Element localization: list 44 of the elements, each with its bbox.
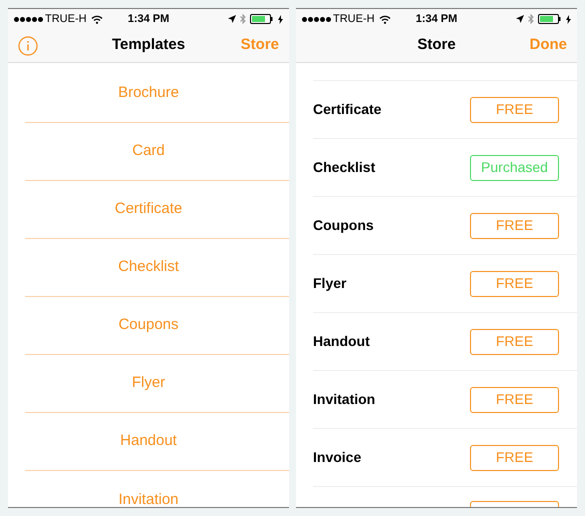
template-item[interactable]: Card [132, 140, 165, 163]
carrier-name: TRUE-H [333, 12, 375, 27]
charging-bolt-icon [566, 14, 571, 24]
price-button[interactable]: FREE [470, 328, 559, 354]
store-item-name: Invoice [313, 448, 362, 467]
clock-time: 1:34 PM [416, 12, 458, 27]
charging-bolt-icon [278, 14, 283, 24]
carrier-name: TRUE-H [45, 12, 87, 27]
price-button[interactable]: FREE [470, 96, 559, 122]
price-button[interactable]: FREE [470, 212, 559, 238]
wifi-icon [378, 14, 391, 24]
clock-time: 1:34 PM [128, 12, 170, 27]
battery-icon [538, 14, 562, 24]
template-item[interactable]: Checklist [118, 256, 179, 279]
signal-dots-icon [14, 16, 43, 22]
nav-button[interactable]: Done [530, 34, 567, 57]
price-button[interactable]: FREE [470, 444, 559, 470]
template-item[interactable]: Invitation [118, 488, 179, 507]
template-item[interactable]: Coupons [118, 314, 179, 337]
template-item[interactable]: Flyer [132, 372, 166, 395]
store-item-name: Flyer [313, 274, 346, 293]
location-arrow-icon [516, 15, 524, 23]
battery-icon [250, 14, 274, 24]
nav-title: Templates [112, 35, 186, 56]
price-button[interactable]: FREE [470, 386, 559, 412]
bluetooth-icon [528, 14, 534, 24]
bluetooth-icon [240, 14, 246, 24]
wifi-icon [90, 14, 103, 24]
nav-button[interactable]: Store [240, 34, 279, 57]
store-item-name: Handout [313, 332, 370, 351]
nav-title: Store [417, 35, 456, 56]
store-item-name: Certificate [313, 100, 382, 119]
location-arrow-icon [228, 15, 236, 23]
price-button[interactable]: Purchased [470, 154, 559, 180]
store-item-name: Invitation [313, 390, 376, 409]
store-item-name: Coupons [313, 216, 374, 235]
template-item[interactable]: Handout [120, 430, 177, 453]
store-item-name: Checklist [313, 158, 376, 177]
template-item[interactable]: Certificate [114, 198, 182, 221]
info-icon[interactable] [18, 36, 38, 56]
template-item[interactable]: Brochure [118, 82, 179, 105]
price-button[interactable] [470, 501, 559, 507]
signal-dots-icon [302, 16, 331, 22]
price-button[interactable]: FREE [470, 270, 559, 296]
